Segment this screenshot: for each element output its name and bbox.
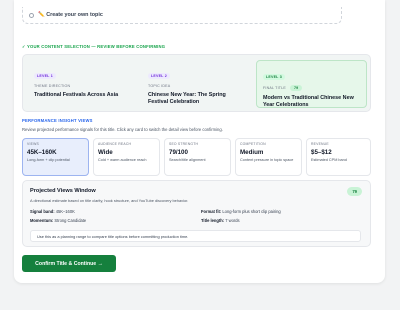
signal-band: Signal band: 45K–160K	[30, 209, 75, 214]
metric-label: COMPETITION	[240, 142, 266, 146]
momentum-value: Strong Candidate	[54, 218, 87, 223]
metric-value: $5–$12	[311, 149, 332, 156]
metric-card-competition[interactable]: COMPETITION Medium Content pressure in t…	[235, 138, 302, 176]
detail-title: Projected Views Window	[30, 188, 96, 194]
level-badge: LEVEL 3	[263, 74, 285, 80]
confirm-title-button[interactable]: Confirm Title & Continue →	[22, 255, 116, 272]
metric-card-revenue[interactable]: REVENUE $5–$12 Estimated CPM band	[306, 138, 371, 176]
format-fit: Format fit: Long-form plus short clip pa…	[201, 209, 281, 214]
planning-note: Use this as a planning range to compare …	[30, 230, 361, 242]
selection-header: ✓ YOUR CONTENT SELECTION — REVIEW BEFORE…	[22, 44, 166, 49]
level-badge: LEVEL 2	[148, 73, 170, 79]
metric-subtext: Estimated CPM band	[311, 158, 347, 162]
metric-value: 79/100	[169, 149, 188, 156]
create-own-topic-label: ✏️ Create your own topic	[38, 12, 103, 18]
selection-caption: THEME DIRECTION	[34, 84, 71, 88]
metric-card-views[interactable]: VIEWS 45K–160K Long-form + clip potentia…	[22, 138, 89, 176]
score-badge: 79	[289, 85, 303, 91]
selection-summary-panel: LEVEL 1 THEME DIRECTION Traditional Fest…	[22, 54, 371, 112]
format-fit-label: Format fit:	[201, 209, 222, 214]
radio-button[interactable]	[29, 12, 34, 18]
metric-value: 45K–160K	[27, 149, 57, 156]
metric-card-audience-reach[interactable]: AUDIENCE REACH Wide Cold + warm audience…	[93, 138, 160, 176]
selection-caption: TOPIC IDEA	[148, 84, 171, 88]
metric-label: REVENUE	[311, 142, 329, 146]
title-length: Title length: 7 words	[201, 218, 240, 223]
insights-subtitle: Review projected performance signals for…	[22, 127, 223, 132]
signal-band-label: Signal band:	[30, 209, 55, 214]
momentum: Momentum: Strong Candidate	[30, 218, 86, 223]
selection-theme: LEVEL 1 THEME DIRECTION Traditional Fest…	[28, 60, 138, 108]
selection-value: Traditional Festivals Across Asia	[34, 92, 119, 98]
detail-panel: Projected Views Window 79 A directional …	[22, 180, 371, 247]
selection-caption-row: FINAL TITLE 79	[263, 85, 360, 91]
title-length-value: 7 words	[225, 218, 240, 223]
create-own-topic-option[interactable]: ✏️ Create your own topic	[22, 7, 342, 24]
selection-topic: LEVEL 2 TOPIC IDEA Chinese New Year: The…	[142, 60, 252, 108]
detail-score-badge: 79	[347, 187, 362, 196]
selection-value: Chinese New Year: The Spring Festival Ce…	[148, 92, 226, 106]
metric-subtext: Long-form + clip potential	[27, 158, 70, 162]
insights-header: PERFORMANCE INSIGHT VIEWS	[22, 118, 93, 123]
selection-caption: FINAL TITLE	[263, 86, 286, 90]
detail-description: A directional estimate based on title cl…	[30, 198, 189, 203]
momentum-label: Momentum:	[30, 218, 54, 223]
format-fit-value: Long-form plus short clip pairing	[222, 209, 281, 214]
metric-card-seo-strength[interactable]: SEO STRENGTH 79/100 Search/title alignme…	[164, 138, 231, 176]
selection-final-title: LEVEL 3 FINAL TITLE 79 Modern vs Traditi…	[256, 60, 367, 108]
metric-label: SEO STRENGTH	[169, 142, 199, 146]
level-badge: LEVEL 1	[34, 73, 56, 79]
metric-value: Wide	[98, 149, 113, 156]
selection-value: Modern vs Traditional Chinese New Year C…	[263, 95, 354, 109]
metric-subtext: Cold + warm audience reach	[98, 158, 147, 162]
metric-subtext: Content pressure in topic space	[240, 158, 294, 162]
metric-label: AUDIENCE REACH	[98, 142, 132, 146]
metric-value: Medium	[240, 149, 264, 156]
signal-band-value: 45K–160K	[55, 209, 75, 214]
metric-label: VIEWS	[27, 142, 39, 146]
metric-subtext: Search/title alignment	[169, 158, 206, 162]
title-length-label: Title length:	[201, 218, 225, 223]
